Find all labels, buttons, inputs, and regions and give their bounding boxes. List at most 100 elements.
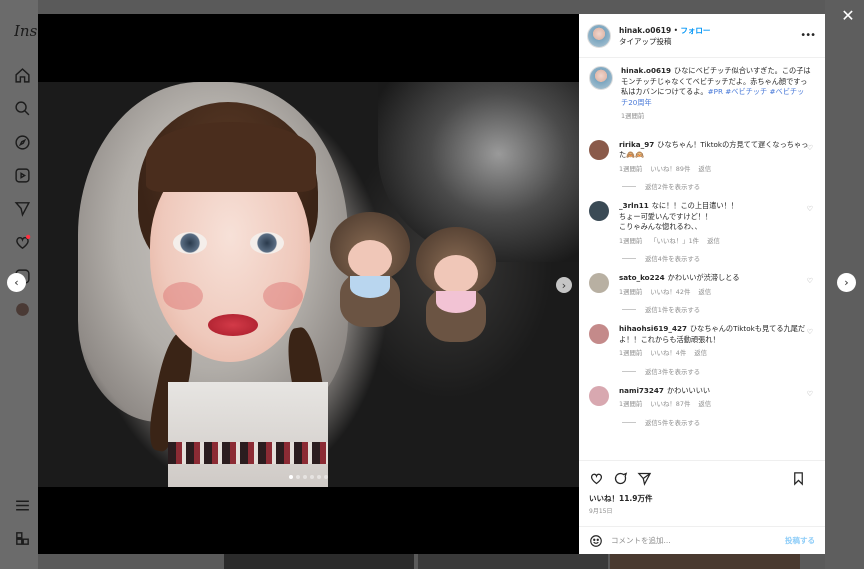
- reply-button[interactable]: 返信: [698, 165, 711, 173]
- comment-item: sato_ko224 かわいいが渋滞しとる 1週間前 いいね！42件 返信 ♡: [589, 273, 815, 297]
- post-header: hinak.o0619 • フォロー タイアップ投稿 •••: [579, 14, 825, 58]
- comment-like-heart-icon[interactable]: ♡: [807, 277, 813, 285]
- follow-button[interactable]: フォロー: [680, 26, 710, 35]
- view-replies-button[interactable]: 返信4件を表示する: [622, 254, 815, 263]
- comment-item: _3rln11 なに！！この上目遣い！！ ちょー可愛いんですけど！！ こりゃみんな…: [589, 201, 815, 246]
- comment-like-heart-icon[interactable]: ♡: [807, 390, 813, 398]
- home-icon[interactable]: [12, 67, 32, 87]
- next-post-button[interactable]: ›: [837, 273, 856, 292]
- comment-meta: 1週間前 いいね！42件 返信: [619, 287, 809, 298]
- view-replies-button[interactable]: 返信1件を表示する: [622, 305, 815, 314]
- comment-likes[interactable]: いいね！87件: [650, 400, 690, 408]
- comment-item: hihaohsi619_427 ひなちゃんのTiktokも見てる九尾だよ！！これか…: [589, 324, 815, 359]
- likes-count[interactable]: いいね！11.9万件: [589, 493, 815, 504]
- meta-icon[interactable]: [12, 530, 32, 550]
- comment-likes[interactable]: 「いいね！」1件: [650, 237, 699, 245]
- previous-post-button[interactable]: ‹: [7, 273, 26, 292]
- view-replies-button[interactable]: 返信3件を表示する: [622, 367, 815, 376]
- post-actions: いいね！11.9万件 9月15日: [579, 460, 825, 515]
- comment-likes[interactable]: いいね！42件: [650, 288, 690, 296]
- comment-time: 1週間前: [619, 236, 643, 245]
- comment-time: 1週間前: [619, 164, 643, 173]
- author-avatar[interactable]: [587, 23, 611, 48]
- more-horizontal-icon[interactable]: •••: [800, 30, 816, 41]
- like-heart-icon[interactable]: [589, 471, 604, 486]
- reply-button[interactable]: 返信: [698, 400, 711, 408]
- search-icon[interactable]: [12, 100, 32, 120]
- photo-dress: [168, 382, 328, 487]
- carousel-dot: [310, 475, 314, 479]
- photo-dress-pattern: [168, 442, 328, 464]
- commenter-avatar[interactable]: [589, 273, 609, 293]
- post-comment-button[interactable]: 投稿する: [785, 535, 815, 546]
- background-grid-tile: [610, 553, 800, 569]
- comment-like-heart-icon[interactable]: ♡: [807, 205, 813, 213]
- commenter-avatar[interactable]: [589, 385, 609, 406]
- carousel-dot: [324, 475, 328, 479]
- carousel-dot: [303, 475, 307, 479]
- post-date: 9月15日: [589, 508, 613, 515]
- view-replies-button[interactable]: 返信5件を表示する: [622, 418, 815, 427]
- reply-button[interactable]: 返信: [694, 349, 707, 357]
- photo-eye: [250, 232, 284, 254]
- comment-item: ririka_97 ひなちゃん！Tiktokの方見てて遅くなっちゃった🙈🙉 1週間前…: [589, 139, 815, 175]
- more-menu-icon[interactable]: [12, 497, 32, 517]
- notifications-icon[interactable]: [12, 234, 32, 254]
- caption: hinak.o0619 ひなにベビチッチ似合いすぎた。この子はモンチッチじゃなくて…: [589, 66, 815, 122]
- background-grid-tile: [224, 553, 414, 569]
- comments-list[interactable]: hinak.o0619 ひなにベビチッチ似合いすぎた。この子はモンチッチじゃなくて…: [579, 58, 825, 460]
- messages-icon[interactable]: [12, 200, 32, 220]
- photo-cheek: [163, 282, 203, 310]
- profile-icon[interactable]: [12, 301, 32, 321]
- carousel-dots: [38, 475, 579, 479]
- photo-eye: [173, 232, 207, 254]
- photo-cheek: [263, 282, 303, 310]
- comment-time: 1週間前: [619, 349, 643, 357]
- bookmark-icon[interactable]: [791, 471, 806, 486]
- comment-likes[interactable]: いいね！4件: [650, 349, 686, 357]
- author-info: hinak.o0619 • フォロー タイアップ投稿: [619, 25, 710, 47]
- comment-username[interactable]: hihaohsi619_427: [619, 324, 687, 333]
- comment-meta: 1週間前 いいね！87件 返信: [619, 399, 809, 410]
- comment-like-heart-icon[interactable]: ♡: [807, 144, 813, 152]
- comment-username[interactable]: sato_ko224: [619, 273, 665, 282]
- comment-username[interactable]: _3rln11: [619, 201, 649, 210]
- carousel-dot: [296, 475, 300, 479]
- separator-dot: •: [673, 25, 679, 35]
- comment-meta: 1週間前 「いいね！」1件 返信: [619, 236, 809, 247]
- instagram-logo: Instagram: [14, 22, 38, 40]
- photo-monchhichi-doll: [330, 212, 410, 332]
- view-replies-button[interactable]: 返信2件を表示する: [622, 182, 815, 191]
- comment-username[interactable]: ririka_97: [619, 140, 654, 149]
- caption-username[interactable]: hinak.o0619: [621, 66, 671, 75]
- commenter-avatar[interactable]: [589, 201, 609, 221]
- commenter-avatar[interactable]: [589, 139, 609, 160]
- comment-meta: 1週間前 いいね！89件 返信: [619, 164, 809, 175]
- next-photo-button[interactable]: ›: [556, 277, 572, 293]
- background-grid-tile: [418, 553, 608, 569]
- comment-input[interactable]: [611, 536, 785, 545]
- emoji-icon[interactable]: [589, 534, 603, 548]
- caption-time: 1週間前: [621, 112, 645, 120]
- close-icon[interactable]: ✕: [840, 8, 856, 24]
- photo-bangs: [146, 122, 316, 192]
- reply-button[interactable]: 返信: [707, 237, 720, 245]
- post-media: ›: [38, 14, 579, 554]
- comment-time: 1週間前: [619, 400, 643, 408]
- author-avatar[interactable]: [589, 66, 613, 90]
- comment-like-heart-icon[interactable]: ♡: [807, 328, 813, 336]
- author-username[interactable]: hinak.o0619: [619, 26, 671, 35]
- commenter-avatar[interactable]: [589, 324, 609, 344]
- reply-button[interactable]: 返信: [698, 288, 711, 296]
- comment-time: 1週間前: [619, 287, 643, 296]
- carousel-dot: [317, 475, 321, 479]
- explore-icon[interactable]: [12, 134, 32, 154]
- paid-partnership-label[interactable]: タイアップ投稿: [619, 36, 710, 47]
- photo-monchhichi-doll: [416, 227, 496, 347]
- comment-likes[interactable]: いいね！89件: [650, 165, 690, 173]
- comment-text: かわいいが渋滞しとる: [667, 273, 740, 282]
- reels-icon[interactable]: [12, 167, 32, 187]
- share-send-icon[interactable]: [637, 471, 652, 486]
- comment-username[interactable]: nami73247: [619, 386, 664, 395]
- comment-bubble-icon[interactable]: [613, 471, 628, 486]
